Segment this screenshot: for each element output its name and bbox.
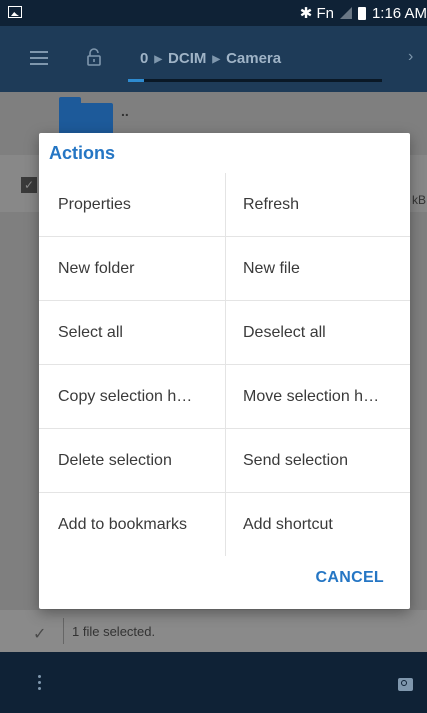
divider <box>63 618 64 644</box>
actions-row: Select all Deselect all <box>39 301 410 365</box>
delete-selection-action[interactable]: Delete selection <box>39 429 225 492</box>
send-selection-action[interactable]: Send selection <box>225 429 410 492</box>
cancel-button[interactable]: CANCEL <box>316 569 384 587</box>
battery-icon <box>357 6 366 20</box>
select-all-action[interactable]: Select all <box>39 301 225 364</box>
move-selection-action[interactable]: Move selection h… <box>225 365 410 428</box>
lock-icon[interactable] <box>87 48 101 66</box>
status-icons: ✱ Fn 1:16 AM <box>300 0 427 26</box>
deselect-all-action[interactable]: Deselect all <box>225 301 410 364</box>
properties-action[interactable]: Properties <box>39 173 225 236</box>
refresh-action[interactable]: Refresh <box>225 173 410 236</box>
more-options-icon[interactable] <box>38 675 41 693</box>
breadcrumb-dcim[interactable]: DCIM <box>168 50 206 67</box>
selection-bar: ✓ 1 file selected. <box>0 610 427 652</box>
new-file-action[interactable]: New file <box>225 237 410 300</box>
breadcrumb-camera[interactable]: Camera <box>226 50 281 67</box>
add-to-bookmarks-action[interactable]: Add to bookmarks <box>39 493 225 556</box>
breadcrumb-root[interactable]: 0 <box>140 50 148 67</box>
bottom-bar <box>0 652 427 713</box>
check-icon: ✓ <box>33 626 47 643</box>
actions-row: New folder New file <box>39 237 410 301</box>
menu-icon[interactable] <box>30 51 48 65</box>
actions-row: Add to bookmarks Add shortcut <box>39 493 410 556</box>
breadcrumb-separator-icon: ▶ <box>212 54 221 65</box>
actions-dialog: Actions Properties Refresh New folder Ne… <box>39 133 410 609</box>
app-bar: 0 ▶ DCIM ▶ Camera › <box>0 26 427 92</box>
dialog-title: Actions <box>49 143 116 163</box>
checkbox-checked-icon: ✓ <box>21 177 37 193</box>
breadcrumb: 0 ▶ DCIM ▶ Camera <box>140 50 281 67</box>
actions-row: Copy selection h… Move selection h… <box>39 365 410 429</box>
bluetooth-fn-indicator: ✱ Fn <box>299 5 334 22</box>
selection-count: 1 file selected. <box>72 624 156 639</box>
clock: 1:16 AM <box>371 4 427 22</box>
image-notification-icon <box>8 6 22 18</box>
chevron-right-icon[interactable]: › <box>408 48 413 66</box>
actions-grid: Properties Refresh New folder New file S… <box>39 173 410 556</box>
signal-icon <box>339 7 352 19</box>
new-folder-action[interactable]: New folder <box>39 237 225 300</box>
actions-row: Properties Refresh <box>39 173 410 237</box>
breadcrumb-separator-icon: ▶ <box>154 54 163 65</box>
parent-folder-label: .. <box>121 103 129 119</box>
status-bar: ✱ Fn 1:16 AM <box>0 0 427 26</box>
add-shortcut-action[interactable]: Add shortcut <box>225 493 410 556</box>
breadcrumb-scroll-indicator <box>128 79 382 82</box>
copy-selection-action[interactable]: Copy selection h… <box>39 365 225 428</box>
file-size-fragment: kB <box>412 193 427 207</box>
actions-row: Delete selection Send selection <box>39 429 410 493</box>
search-icon[interactable] <box>398 678 413 691</box>
